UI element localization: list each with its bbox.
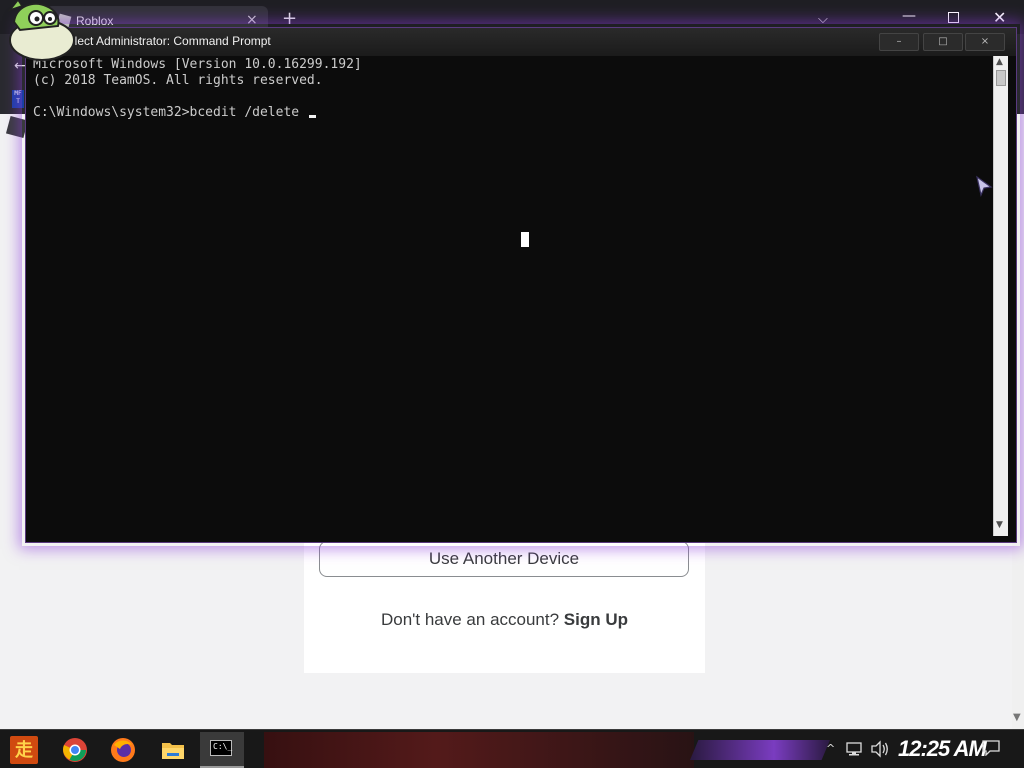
cmd-app-icon-text: C:\_ bbox=[213, 742, 233, 751]
console-prompt-text: C:\Windows\system32>bcedit /delete bbox=[33, 105, 307, 120]
console-line: Microsoft Windows [Version 10.0.16299.19… bbox=[33, 57, 362, 72]
scroll-up-arrow-icon[interactable]: ▲ bbox=[996, 57, 1003, 67]
taskbar: 走 C:\_ ^ 12:25 AM bbox=[0, 729, 1024, 768]
file-explorer-icon[interactable] bbox=[160, 737, 186, 763]
cmd-scrollbar[interactable]: ▲ ▼ bbox=[993, 56, 1008, 536]
console-cursor bbox=[308, 115, 316, 118]
browser-minimize-button[interactable]: — bbox=[902, 8, 916, 24]
sign-up-link[interactable]: Sign Up bbox=[564, 610, 628, 629]
start-button[interactable]: 走 bbox=[10, 736, 38, 764]
tray-chevron-icon[interactable]: ^ bbox=[826, 742, 835, 755]
console-command-line[interactable]: C:\Windows\system32>bcedit /delete bbox=[33, 105, 316, 121]
cmd-close-button[interactable]: × bbox=[965, 33, 1005, 51]
text-caret-icon bbox=[521, 232, 529, 247]
cmd-minimize-button[interactable]: – bbox=[879, 33, 919, 51]
use-another-device-button[interactable]: Use Another Device bbox=[319, 541, 689, 577]
console-line: (c) 2018 TeamOS. All rights reserved. bbox=[33, 73, 323, 88]
signup-line: Don't have an account? Sign Up bbox=[304, 610, 705, 630]
scroll-thumb[interactable] bbox=[996, 70, 1006, 86]
taskbar-theme-accent bbox=[690, 740, 830, 760]
signup-prompt: Don't have an account? bbox=[380, 610, 560, 629]
action-center-icon[interactable] bbox=[982, 740, 1000, 756]
cmd-app-icon: C:\_ bbox=[210, 740, 232, 756]
green-mascot-icon bbox=[7, 0, 75, 61]
browser-maximize-button[interactable] bbox=[948, 12, 959, 23]
volume-icon[interactable] bbox=[870, 740, 890, 758]
scroll-down-arrow-icon[interactable]: ▼ bbox=[996, 520, 1003, 530]
command-prompt-window[interactable]: Select Administrator: Command Prompt – □… bbox=[25, 27, 1017, 543]
taskbar-theme-decoration bbox=[264, 732, 694, 768]
mouse-pointer-icon bbox=[976, 175, 993, 197]
cmd-taskbar-button[interactable]: C:\_ bbox=[200, 732, 244, 768]
cmd-title-bar[interactable]: Select Administrator: Command Prompt – □… bbox=[26, 28, 1016, 56]
page-scroll-down-icon[interactable]: ▼ bbox=[1013, 712, 1021, 723]
taskbar-clock[interactable]: 12:25 AM bbox=[898, 736, 987, 762]
chrome-icon[interactable] bbox=[62, 737, 88, 763]
cmd-maximize-button[interactable]: □ bbox=[923, 33, 963, 51]
cmd-console-output[interactable]: Microsoft Windows [Version 10.0.16299.19… bbox=[33, 56, 993, 536]
firefox-icon[interactable] bbox=[110, 737, 136, 763]
network-icon[interactable] bbox=[846, 742, 862, 756]
cmd-window-title: Select Administrator: Command Prompt bbox=[60, 34, 271, 48]
